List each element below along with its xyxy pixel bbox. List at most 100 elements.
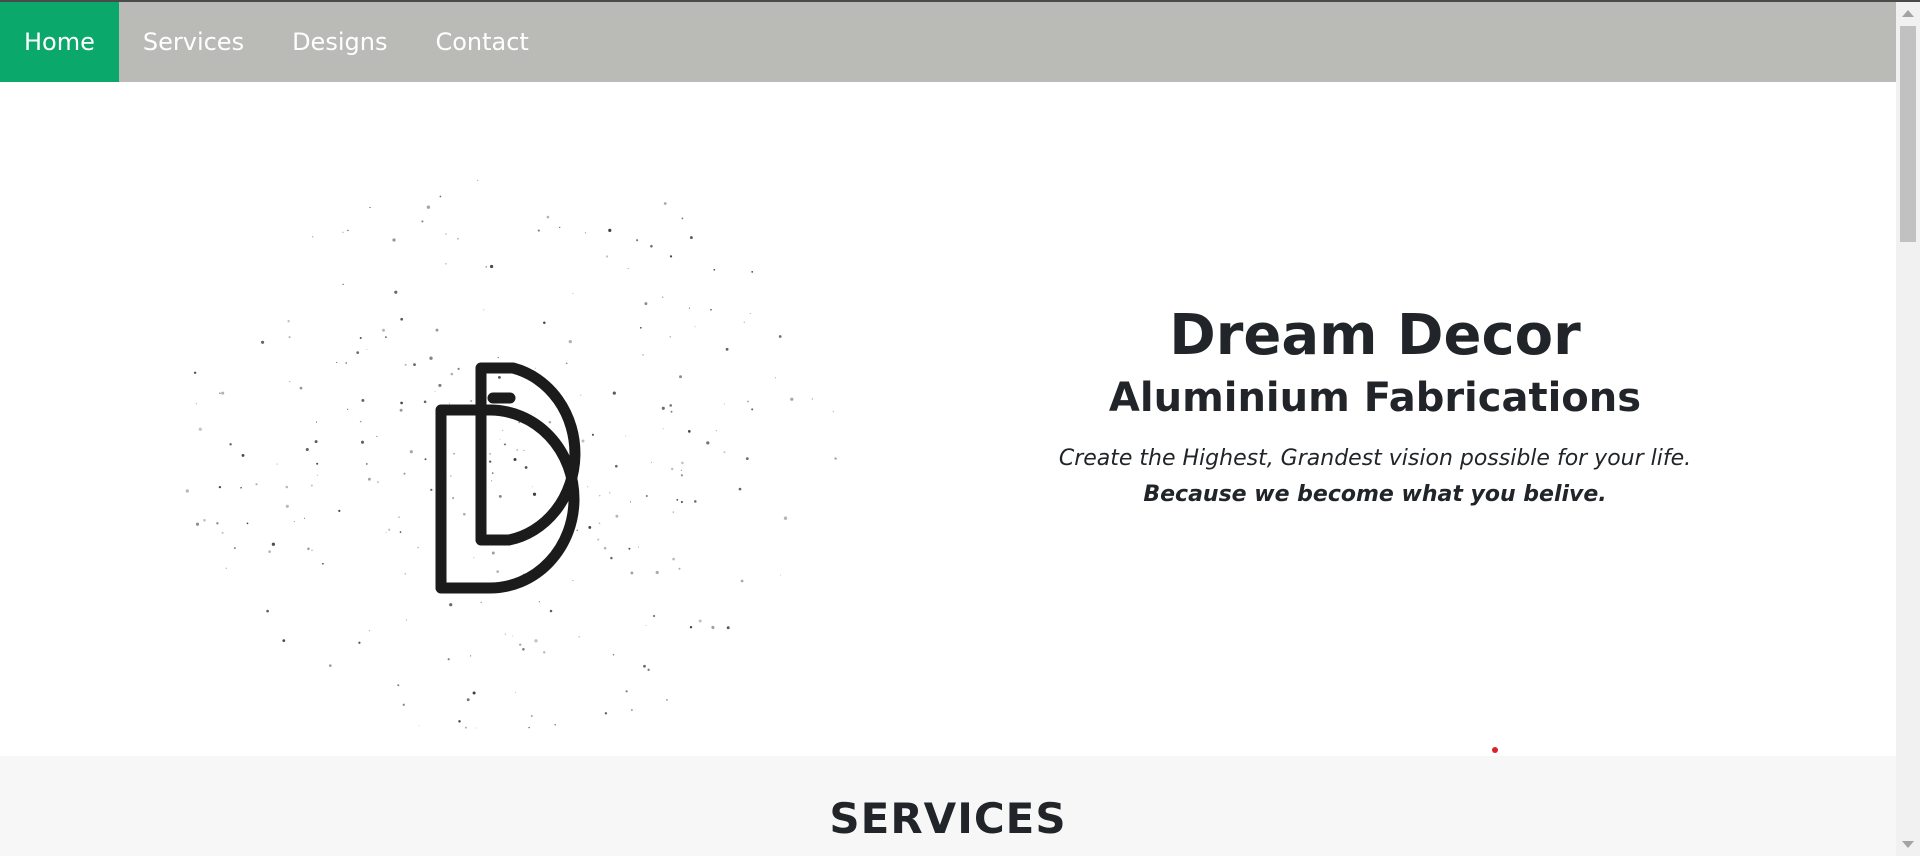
speckle [497,375,501,379]
speckle [625,690,628,693]
speckle [195,403,197,405]
speckle [678,567,681,570]
speckle [473,557,475,559]
speckle [625,435,627,437]
speckle [293,521,295,523]
speckle [287,320,290,323]
speckle [676,499,679,501]
speckle [366,348,368,351]
speckle [480,601,483,604]
speckle [743,321,745,323]
speckle [449,603,453,607]
page: Home Services Designs Contact Dream Deco… [0,2,1896,856]
services-section: SERVICES [0,756,1896,856]
speckle [610,556,613,560]
speckle [402,703,405,706]
speckle [499,438,501,440]
speckle [400,401,403,405]
speckle [740,579,744,583]
speckle [559,226,561,229]
speckle [457,238,459,240]
speckle [672,557,675,561]
speckle [345,362,347,364]
speckle [588,525,592,529]
speckle [587,486,589,488]
brand-title: Dream Decor [1169,303,1581,368]
speckle [385,531,387,533]
speckle [453,453,455,455]
nav-home[interactable]: Home [0,2,119,82]
nav-contact[interactable]: Contact [411,2,552,82]
speckle [449,402,451,404]
speckle [392,238,396,242]
speckle [426,205,431,209]
speckle [489,264,494,269]
speckle [669,255,673,258]
speckle [834,457,837,460]
hero-text: Dream Decor Aluminium Fabrications Creat… [1040,302,1710,510]
speckle [229,443,232,446]
speckle [418,725,420,727]
speckle [546,215,550,219]
speckle [285,504,289,508]
speckle [644,302,648,306]
speckle [645,494,648,498]
speckle [591,433,594,436]
speckle [710,308,712,311]
speckle [565,362,568,365]
speckle [609,492,611,494]
speckle [687,430,691,433]
speckle [670,410,673,413]
speckle [347,229,349,232]
speckle [689,236,693,240]
speckle [669,404,673,407]
nav-designs[interactable]: Designs [268,2,411,82]
speckle [694,500,697,503]
speckle [661,406,665,410]
scroll-up-arrow-icon[interactable] [1902,10,1914,17]
speckle [598,522,601,525]
speckle [452,497,455,500]
scroll-thumb[interactable] [1900,26,1916,242]
speckle [369,206,371,209]
speckle [398,516,401,519]
speckle [328,664,332,667]
speckle [394,290,398,294]
scroll-down-arrow-icon[interactable] [1902,841,1914,848]
speckle [811,398,813,400]
vertical-scrollbar[interactable] [1896,2,1920,856]
nav-services[interactable]: Services [119,2,268,82]
brand-subtitle: Aluminium Fabrications [1108,375,1642,421]
speckle [726,626,730,630]
speckle [489,453,491,455]
speckle-texture [185,179,837,729]
speckle [268,550,271,553]
speckle [356,351,360,354]
speckle [751,408,754,411]
speckle [485,266,487,268]
speckle [203,519,206,522]
speckle [424,458,427,461]
speckle [680,469,682,471]
speckle [662,428,664,430]
speckle [417,546,419,549]
speckle [655,570,659,575]
speckle [472,691,476,695]
speckle [653,614,656,618]
speckle [382,328,385,332]
speckle [688,307,690,309]
speckle [498,495,502,498]
speckle [528,726,530,729]
speckle [276,463,278,465]
speckle [615,514,619,518]
speckle [311,549,313,552]
speckle [780,574,782,576]
services-heading: SERVICES [829,794,1067,843]
speckle [627,268,629,270]
speckle [193,371,197,375]
speckle [643,664,646,668]
speckle [606,255,609,258]
speckle [491,480,492,482]
speckle [457,367,460,371]
speckle [483,309,485,311]
